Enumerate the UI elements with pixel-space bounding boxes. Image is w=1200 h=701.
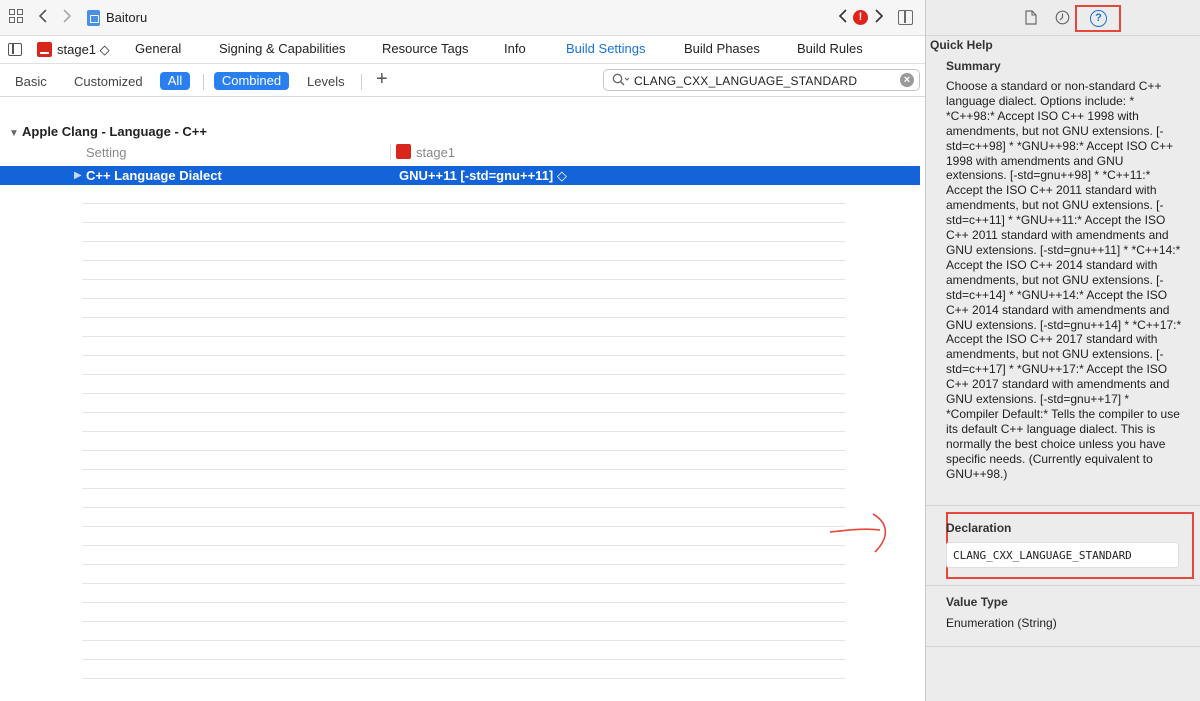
section-header[interactable]: ▼ Apple Clang - Language - C++ [9,124,207,139]
section-title: Apple Clang - Language - C++ [22,124,207,139]
summary-text: Choose a standard or non-standard C++ la… [946,79,1182,481]
view-levels[interactable]: Levels [307,74,345,89]
filter-divider [203,74,204,90]
error-badge[interactable]: ! [853,10,868,25]
empty-rows [82,185,845,695]
value-type-heading: Value Type [946,595,1008,609]
setting-value-popup[interactable]: GNU++11 [-std=gnu++11] ◇ [399,168,567,184]
add-setting-button[interactable]: + [376,69,388,89]
clear-search-icon[interactable]: × [900,73,914,87]
tab-build-phases[interactable]: Build Phases [684,41,760,56]
tab-info[interactable]: Info [504,41,526,56]
tab-signing-capabilities[interactable]: Signing & Capabilities [219,41,345,56]
inspector-panel: ? Quick Help Summary Choose a standard o… [925,0,1200,701]
target-selector[interactable]: stage1 ◇ [57,42,110,58]
filter-customized[interactable]: Customized [74,74,143,89]
annotation-arrow-icon [829,513,887,553]
tab-resource-tags[interactable]: Resource Tags [382,41,468,56]
inspector-tabs: ? [926,0,1200,36]
filter-basic[interactable]: Basic [15,74,47,89]
value-type-text: Enumeration (String) [946,616,1057,630]
editor-area: Baitoru ! stage1 ◇ General Signing & Cap… [0,0,925,701]
search-icon [612,73,630,90]
tab-bar: stage1 ◇ General Signing & Capabilities … [0,36,925,64]
setting-row-selected[interactable]: ▶ C++ Language Dialect GNU++11 [-std=gnu… [0,166,920,185]
column-header-setting: Setting [86,145,127,160]
search-field[interactable]: × [603,69,920,91]
filter-divider [361,74,362,90]
tab-general[interactable]: General [135,41,181,56]
question-icon[interactable]: ? [1090,10,1107,27]
summary-heading: Summary [946,59,1001,73]
declaration-heading: Declaration [946,521,1012,535]
file-inspector-icon[interactable] [1025,10,1037,29]
target-icon [37,42,52,57]
target-icon [396,144,411,159]
quick-help-highlight: ? [1075,5,1121,32]
chevron-left-icon[interactable] [38,9,48,28]
disclosure-triangle-icon[interactable]: ▶ [74,168,82,183]
divider [926,505,1200,506]
title-bar: Baitoru ! [0,0,925,36]
setting-name: C++ Language Dialect [86,168,222,183]
clock-icon[interactable] [1055,10,1070,29]
grid-icon[interactable] [9,9,23,28]
chevron-right-icon[interactable] [62,9,72,28]
view-combined[interactable]: Combined [214,72,289,90]
declaration-code: CLANG_CXX_LANGUAGE_STANDARD [953,549,1132,562]
file-icon [87,10,100,26]
column-divider [390,144,391,160]
column-header-target: stage1 [416,145,456,160]
quick-help-heading: Quick Help [930,38,993,52]
filter-all[interactable]: All [160,72,190,90]
document-title[interactable]: Baitoru [106,10,147,25]
add-editor-icon[interactable] [898,10,913,25]
search-input[interactable] [634,73,899,89]
disclosure-triangle-icon[interactable]: ▼ [9,128,19,139]
declaration-field: CLANG_CXX_LANGUAGE_STANDARD [946,542,1179,568]
chevron-left-icon[interactable] [838,9,848,28]
sidebar-toggle-icon[interactable] [8,43,22,56]
divider [926,585,1200,586]
divider [926,646,1200,647]
chevron-right-icon[interactable] [874,9,884,28]
tab-build-rules[interactable]: Build Rules [797,41,863,56]
tab-build-settings[interactable]: Build Settings [566,41,646,56]
